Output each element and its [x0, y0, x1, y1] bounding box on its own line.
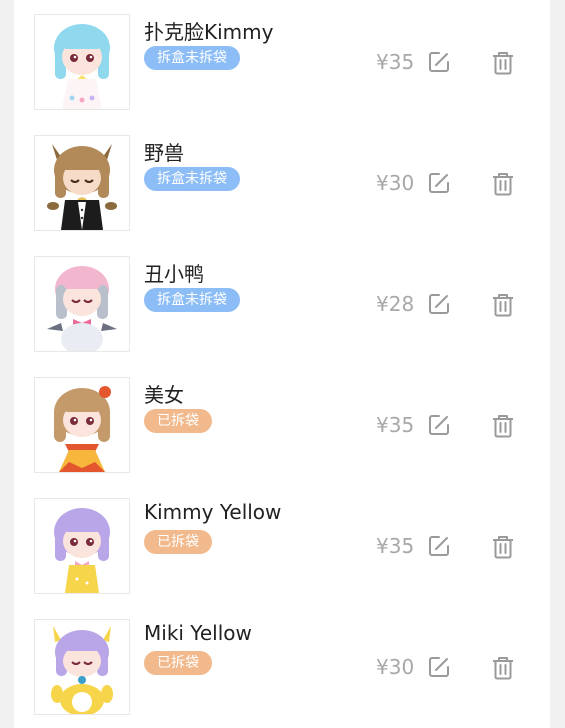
item-price: ¥35: [376, 413, 415, 437]
item-price: ¥28: [376, 292, 415, 316]
delete-icon[interactable]: [490, 171, 516, 197]
status-badge: 已拆袋: [144, 651, 212, 675]
delete-icon[interactable]: [490, 413, 516, 439]
edit-icon[interactable]: [427, 413, 451, 437]
item-name: 美女: [144, 383, 184, 407]
delete-icon[interactable]: [490, 50, 516, 76]
list-item[interactable]: 丑小鸭 拆盒未拆袋 ¥28: [14, 242, 550, 362]
item-name: 扑克脸Kimmy: [144, 20, 274, 44]
edit-icon[interactable]: [427, 171, 451, 195]
figure-miki-yellow-icon[interactable]: [34, 619, 130, 715]
delete-icon[interactable]: [490, 534, 516, 560]
status-badge: 拆盒未拆袋: [144, 288, 240, 312]
item-price: ¥30: [376, 171, 415, 195]
item-name: Kimmy Yellow: [144, 500, 282, 524]
figure-kimmy-pokerface-icon[interactable]: [34, 14, 130, 110]
item-name: 野兽: [144, 141, 184, 165]
delete-icon[interactable]: [490, 292, 516, 318]
item-name: Miki Yellow: [144, 621, 252, 645]
collection-list: 扑克脸Kimmy 拆盒未拆袋 ¥35 野兽 拆盒未拆袋 ¥30 丑小鸭 拆盒未拆…: [14, 0, 550, 728]
status-badge: 拆盒未拆袋: [144, 46, 240, 70]
status-badge: 已拆袋: [144, 530, 212, 554]
figure-beauty-icon[interactable]: [34, 377, 130, 473]
status-badge: 已拆袋: [144, 409, 212, 433]
edit-icon[interactable]: [427, 292, 451, 316]
edit-icon[interactable]: [427, 50, 451, 74]
figure-kimmy-yellow-icon[interactable]: [34, 498, 130, 594]
item-price: ¥35: [376, 534, 415, 558]
edit-icon[interactable]: [427, 655, 451, 679]
item-price: ¥30: [376, 655, 415, 679]
figure-beast-icon[interactable]: [34, 135, 130, 231]
item-price: ¥35: [376, 50, 415, 74]
status-badge: 拆盒未拆袋: [144, 167, 240, 191]
list-item[interactable]: 美女 已拆袋 ¥35: [14, 363, 550, 483]
list-item[interactable]: Kimmy Yellow 已拆袋 ¥35: [14, 484, 550, 604]
list-item[interactable]: 野兽 拆盒未拆袋 ¥30: [14, 121, 550, 241]
list-item[interactable]: Miki Yellow 已拆袋 ¥30: [14, 605, 550, 725]
delete-icon[interactable]: [490, 655, 516, 681]
figure-ugly-duckling-icon[interactable]: [34, 256, 130, 352]
item-name: 丑小鸭: [144, 262, 204, 286]
edit-icon[interactable]: [427, 534, 451, 558]
list-item[interactable]: 扑克脸Kimmy 拆盒未拆袋 ¥35: [14, 0, 550, 120]
